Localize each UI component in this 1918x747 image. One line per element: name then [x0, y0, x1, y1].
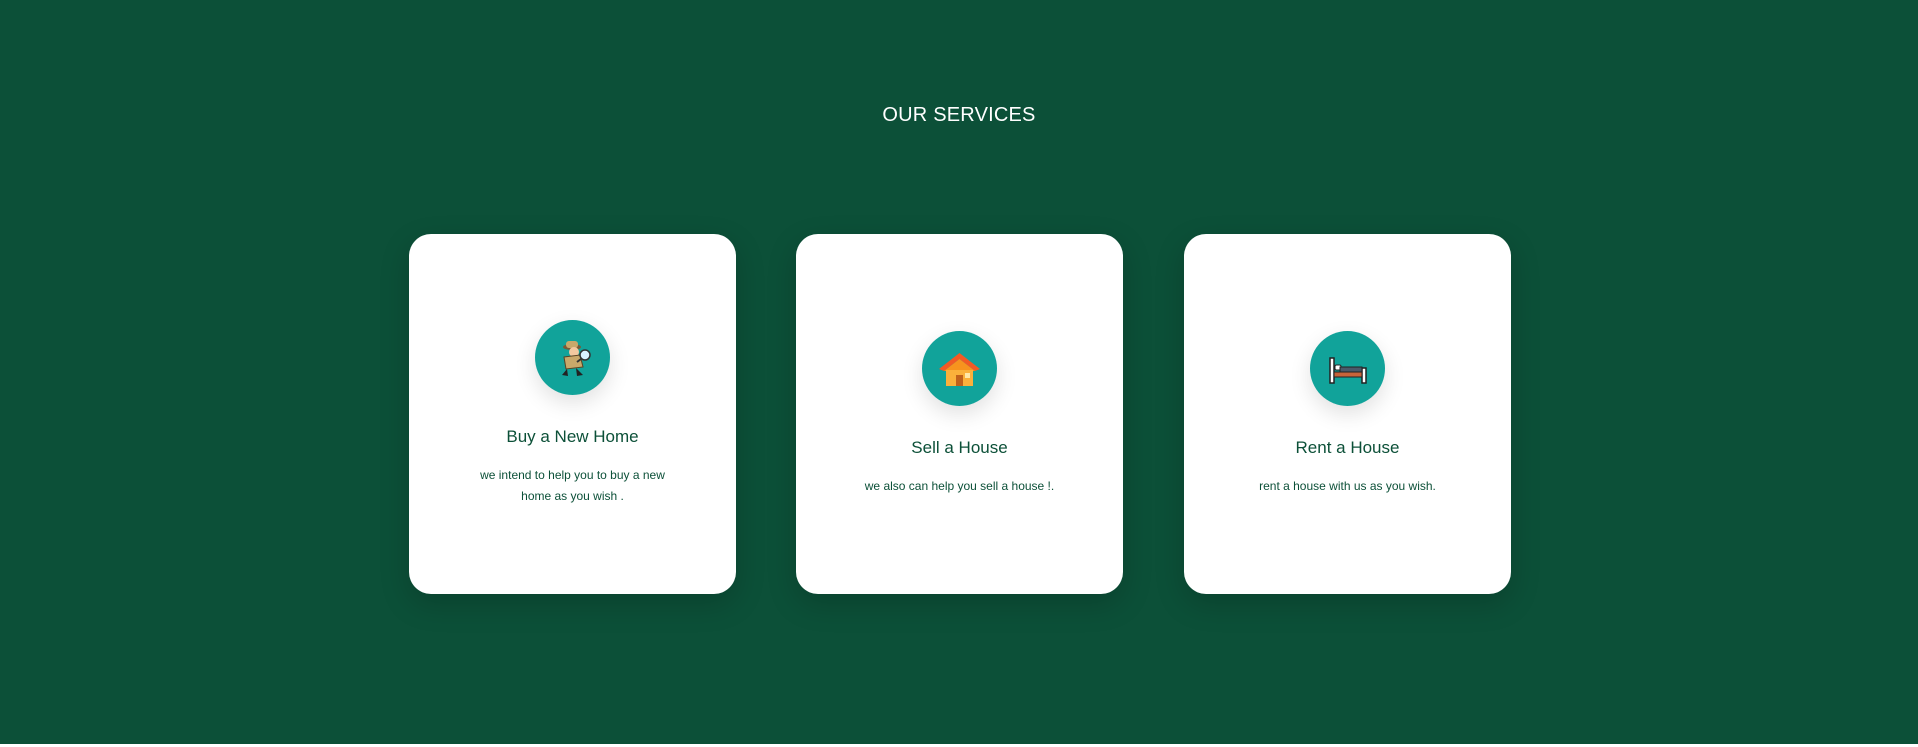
- detective-search-icon: [562, 341, 591, 376]
- section-title: OUR SERVICES: [882, 104, 1036, 126]
- service-description: rent a house with us as you wish.: [1259, 479, 1436, 493]
- bed-icon: [1329, 357, 1367, 384]
- house-icon: [939, 353, 980, 386]
- services-section: OUR SERVICES Buy a New Home we intend to…: [0, 0, 1918, 744]
- service-description: we also can help you sell a house !.: [864, 479, 1055, 493]
- icon-circle: [1310, 331, 1385, 406]
- service-title: Buy a New Home: [506, 427, 639, 446]
- icon-circle: [535, 320, 610, 395]
- service-title: Rent a House: [1295, 438, 1400, 457]
- service-card-buy[interactable]: Buy a New Home we intend to help you to …: [409, 234, 736, 594]
- service-card-sell[interactable]: Sell a House we also can help you sell a…: [796, 234, 1123, 594]
- service-description: we intend to help you to buy a new home …: [480, 468, 665, 503]
- service-card-rent[interactable]: Rent a House rent a house with us as you…: [1184, 234, 1511, 594]
- icon-circle: [922, 331, 997, 406]
- service-title: Sell a House: [911, 438, 1008, 457]
